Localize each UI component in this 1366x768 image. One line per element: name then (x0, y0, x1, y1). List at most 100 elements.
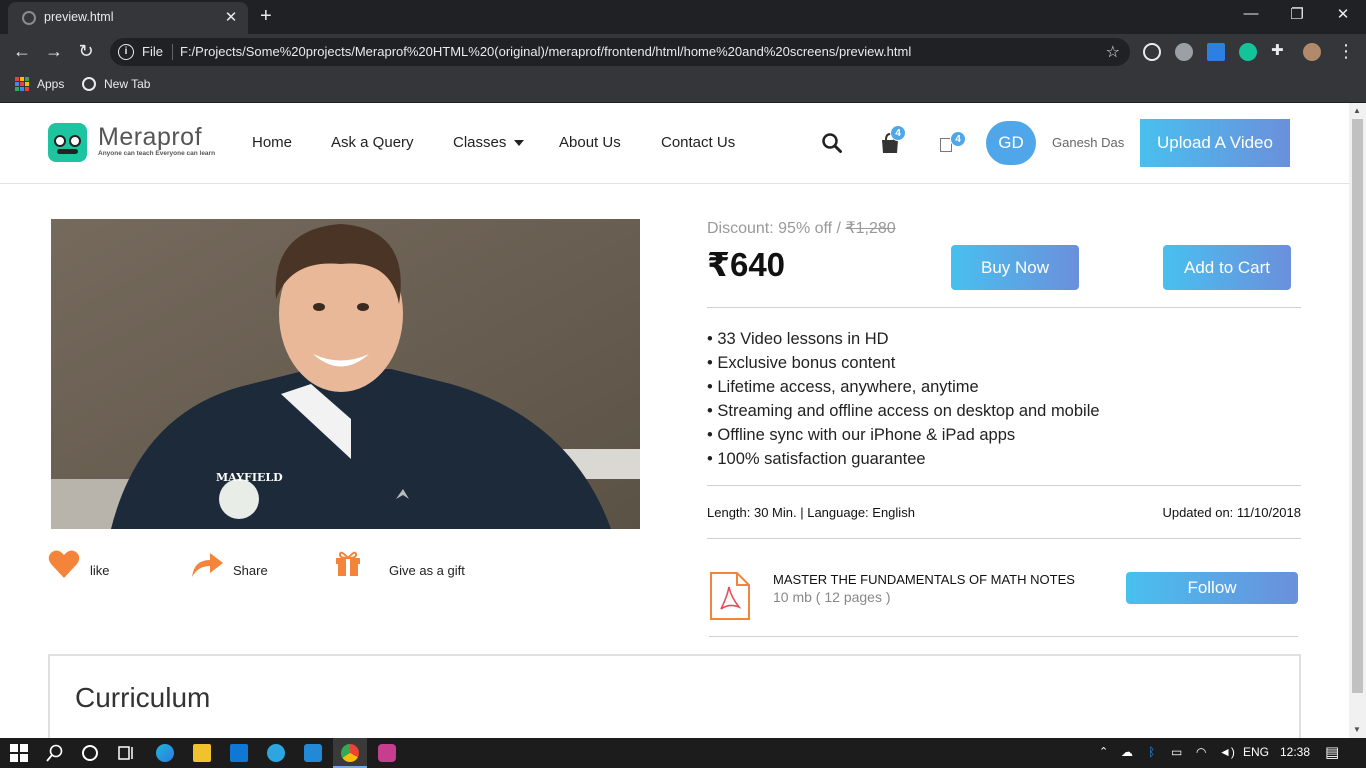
feature-item: • Offline sync with our iPhone & iPad ap… (707, 426, 1016, 444)
cortana-icon[interactable] (81, 744, 99, 762)
bag-count-badge: 4 (890, 125, 906, 141)
notifications-icon[interactable]: ▤ (1325, 743, 1339, 761)
gift-label[interactable]: Give as a gift (389, 563, 465, 578)
like-label[interactable]: like (90, 563, 110, 578)
logo-eye (69, 135, 81, 147)
divider (707, 307, 1301, 308)
site-header: Meraprof Anyone can teach Everyone can l… (0, 103, 1349, 184)
bluetooth-icon[interactable]: ᛒ (1148, 745, 1155, 759)
tray-chevron-icon[interactable]: ⌃ (1099, 745, 1108, 758)
address-bar[interactable]: i File F:/Projects/Some%20projects/Merap… (110, 38, 1130, 66)
battery-icon[interactable]: ▭ (1171, 745, 1182, 759)
gift-icon[interactable] (334, 549, 362, 577)
feature-list: • 33 Video lessons in HD • Exclusive bon… (707, 327, 1100, 471)
meraprof-logo-icon[interactable] (48, 123, 87, 162)
current-price: ₹640 (707, 246, 786, 283)
page-viewport: Meraprof Anyone can teach Everyone can l… (0, 103, 1366, 738)
reload-button[interactable]: ↻ (75, 41, 97, 62)
browser-tab-strip: preview.html ✕ + — ❐ ✕ (0, 0, 1366, 34)
search-icon[interactable] (46, 744, 64, 762)
new-tab-button[interactable]: + (260, 5, 272, 28)
cart-count-badge: 4 (950, 131, 966, 147)
share-icon[interactable] (190, 550, 224, 578)
bookmark-star-icon[interactable]: ☆ (1106, 42, 1120, 62)
cloud-icon[interactable]: ☁ (1121, 745, 1133, 759)
instructor-photo: MAYFIELD (51, 219, 640, 529)
add-to-cart-button[interactable]: Add to Cart (1163, 245, 1291, 290)
pdf-file-icon[interactable] (709, 571, 751, 621)
file-explorer-icon[interactable] (193, 744, 211, 762)
upload-video-button[interactable]: Upload A Video (1140, 119, 1290, 167)
scroll-up-icon[interactable]: ▲ (1353, 106, 1361, 115)
globe-icon (22, 11, 36, 25)
url-divider (172, 44, 173, 60)
follow-button[interactable]: Follow (1126, 572, 1298, 604)
search-icon[interactable] (822, 133, 842, 153)
clock[interactable]: 12:38 (1280, 745, 1310, 759)
browser-tab[interactable]: preview.html ✕ (8, 2, 248, 34)
telegram-icon[interactable] (267, 744, 285, 762)
windows-start-icon[interactable] (10, 744, 28, 762)
feature-item: • Exclusive bonus content (707, 354, 896, 372)
url-scheme: File (142, 44, 163, 59)
share-label[interactable]: Share (233, 563, 268, 578)
nav-home[interactable]: Home (252, 134, 292, 151)
updated-date: Updated on: 11/10/2018 (1162, 505, 1301, 520)
avatar[interactable]: GD (986, 121, 1036, 165)
extension-icon[interactable] (1175, 43, 1193, 61)
divider (707, 485, 1301, 486)
url-text[interactable]: F:/Projects/Some%20projects/Meraprof%20H… (180, 44, 911, 59)
windows-taskbar: ⌃ ☁ ᛒ ▭ ◠ ◄) ENG 12:38 ▤ (0, 738, 1366, 768)
vscode-icon[interactable] (304, 744, 322, 762)
divider (707, 538, 1301, 539)
task-view-icon[interactable] (117, 744, 135, 762)
feature-item: • Lifetime access, anywhere, anytime (707, 378, 979, 396)
notes-title[interactable]: MASTER THE FUNDAMENTALS OF MATH NOTES (773, 572, 1075, 587)
bookmarks-bar: Apps New Tab (0, 70, 1366, 103)
logo-eye (54, 135, 66, 147)
back-button[interactable]: ← (11, 41, 33, 62)
bookmark-new-tab[interactable]: New Tab (82, 77, 150, 91)
divider (709, 636, 1298, 637)
heart-icon[interactable] (48, 549, 80, 579)
volume-icon[interactable]: ◄) (1219, 745, 1235, 759)
mail-icon[interactable] (230, 744, 248, 762)
app-icon[interactable] (378, 744, 396, 762)
grammarly-icon[interactable] (1239, 43, 1257, 61)
nav-about[interactable]: About Us (559, 134, 621, 151)
logo-mustache (57, 149, 78, 154)
scroll-down-icon[interactable]: ▼ (1353, 725, 1361, 734)
feature-item: • 33 Video lessons in HD (707, 330, 889, 348)
page-scrollbar[interactable]: ▲ ▼ (1349, 103, 1366, 738)
nav-classes-label: Classes (453, 134, 507, 151)
chrome-icon[interactable] (341, 744, 359, 762)
profile-avatar-icon[interactable] (1303, 43, 1321, 61)
globe-icon (82, 77, 96, 91)
bookmark-apps[interactable]: Apps (15, 77, 64, 91)
edge-icon[interactable] (156, 744, 174, 762)
puzzle-extensions-icon[interactable]: ✚ (1271, 41, 1289, 59)
course-preview-image[interactable]: MAYFIELD (51, 219, 640, 529)
buy-now-button[interactable]: Buy Now (951, 245, 1079, 290)
feature-item: • Streaming and offline access on deskto… (707, 402, 1100, 420)
minimize-button[interactable]: — (1228, 5, 1274, 22)
nav-ask-query[interactable]: Ask a Query (331, 134, 414, 151)
curriculum-panel: Curriculum (48, 654, 1301, 738)
forward-button[interactable]: → (43, 41, 65, 62)
user-name[interactable]: Ganesh Das (1052, 135, 1124, 150)
bookmark-extension-icon[interactable] (1207, 43, 1225, 61)
brand-name[interactable]: Meraprof (98, 123, 202, 152)
close-tab-icon[interactable]: ✕ (222, 8, 240, 26)
react-devtools-icon[interactable] (1143, 43, 1161, 61)
svg-text:MAYFIELD: MAYFIELD (216, 471, 283, 484)
scrollbar-thumb[interactable] (1352, 119, 1363, 693)
info-icon[interactable]: i (118, 44, 134, 60)
restore-button[interactable]: ❐ (1274, 5, 1320, 23)
nav-contact[interactable]: Contact Us (661, 134, 735, 151)
bookmark-label: Apps (37, 77, 65, 91)
close-window-button[interactable]: ✕ (1320, 5, 1366, 23)
language-indicator[interactable]: ENG (1243, 745, 1269, 759)
menu-kebab-icon[interactable]: ⋮ (1335, 41, 1357, 62)
wifi-icon[interactable]: ◠ (1196, 745, 1206, 759)
nav-classes[interactable]: Classes (453, 134, 525, 151)
